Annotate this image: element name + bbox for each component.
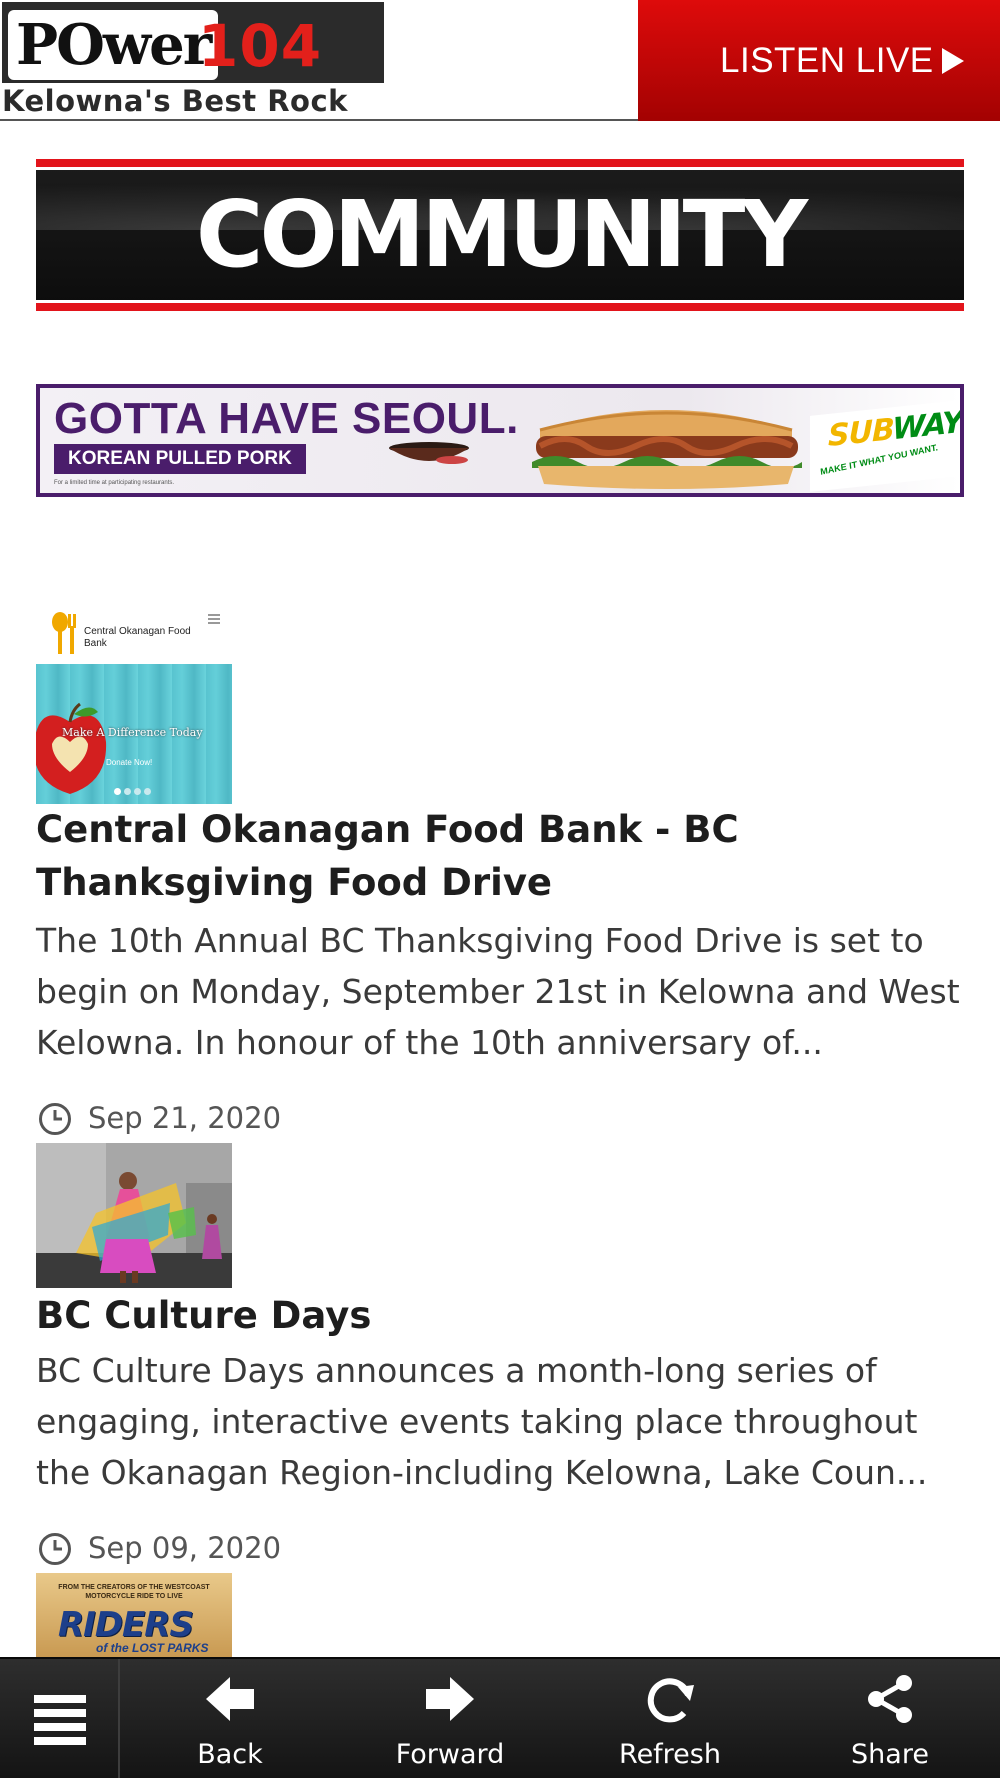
article-thumbnail-riders[interactable]: FROM THE CREATORS OF THE WESTCOAST MOTOR… [36, 1573, 232, 1657]
share-icon [868, 1675, 912, 1723]
back-button[interactable]: Back [130, 1659, 330, 1778]
article-date: Sep 21, 2020 [88, 1101, 282, 1135]
thumb-top-text: FROM THE CREATORS OF THE WESTCOAST MOTOR… [58, 1584, 210, 1600]
app-header: POwer 104 Kelowna's Best Rock LISTEN LIV… [0, 0, 1000, 121]
hamburger-line [34, 1695, 86, 1703]
back-arrow-icon [206, 1677, 254, 1721]
dancer-image [36, 1143, 232, 1288]
subway-wordmark: SUBWAY [828, 404, 963, 454]
forward-button[interactable]: Forward [350, 1659, 550, 1778]
ad-subline: KOREAN PULLED PORK [54, 444, 306, 474]
refresh-icon [647, 1678, 694, 1723]
hamburger-line [34, 1737, 86, 1745]
thumb-carousel-dots [114, 788, 154, 796]
thumb-subtitle: of the LOST PARKS [96, 1641, 209, 1655]
back-label: Back [197, 1739, 263, 1770]
brand-way: WAY [892, 404, 963, 448]
community-title: COMMUNITY [195, 181, 808, 288]
share-button[interactable]: Share [790, 1659, 990, 1778]
thumb-org-label: Central Okanagan Food Bank [84, 626, 191, 649]
menu-button[interactable] [0, 1659, 120, 1778]
logo-word: POwer [8, 10, 219, 80]
hamburger-line [34, 1723, 86, 1731]
refresh-button[interactable]: Refresh [570, 1659, 770, 1778]
ad-headline: GOTTA HAVE SEOUL. [54, 394, 519, 443]
play-icon [942, 48, 964, 74]
clock-icon [39, 1533, 71, 1565]
article-title-food-bank[interactable]: Central Okanagan Food Bank - BC Thanksgi… [36, 803, 964, 909]
share-label: Share [851, 1739, 929, 1770]
thumb-menu-icon [208, 614, 220, 616]
listen-live-label: LISTEN LIVE [720, 41, 934, 80]
logo-top-band: POwer 104 [2, 2, 384, 83]
community-banner: COMMUNITY [36, 159, 964, 311]
thumb-caption: Make A Difference Today [62, 726, 203, 739]
header-divider [0, 119, 640, 121]
article-summary-food-bank: The 10th Annual BC Thanksgiving Food Dri… [36, 921, 960, 1062]
article-thumbnail-culture-days[interactable] [36, 1143, 232, 1288]
bottom-nav-bar: Back Forward Refresh Share [0, 1657, 1000, 1778]
article-thumbnail-food-bank[interactable]: Central Okanagan Food Bank Make A Differ… [36, 606, 232, 804]
forward-arrow-icon [426, 1677, 474, 1721]
thumb-donate-button: Donate Now! [106, 758, 153, 767]
forward-label: Forward [395, 1739, 505, 1770]
refresh-label: Refresh [619, 1739, 721, 1770]
brand-sub: SUB [828, 412, 893, 454]
listen-live-button[interactable]: LISTEN LIVE [638, 0, 1000, 121]
subway-ad-banner[interactable]: GOTTA HAVE SEOUL. KOREAN PULLED PORK For… [36, 384, 964, 497]
hamburger-line [34, 1709, 86, 1717]
article-title-culture-days[interactable]: BC Culture Days [36, 1289, 964, 1342]
clock-icon [39, 1103, 71, 1135]
sauce-bowl-image [389, 442, 469, 464]
station-logo[interactable]: POwer 104 Kelowna's Best Rock [0, 0, 386, 119]
thumb-title: RIDERS [58, 1605, 194, 1645]
logo-tagline: Kelowna's Best Rock [2, 84, 348, 118]
sandwich-image [532, 410, 802, 489]
logo-number: 104 [198, 12, 323, 80]
article-summary-culture-days: BC Culture Days announces a month-long s… [36, 1351, 928, 1492]
subway-logo: SUBWAY MAKE IT WHAT YOU WANT. [810, 400, 960, 492]
ad-fine-print: For a limited time at participating rest… [54, 480, 175, 486]
article-date: Sep 09, 2020 [88, 1531, 282, 1565]
apple-heart-image [36, 702, 107, 794]
fork-spoon-icon [52, 612, 76, 654]
